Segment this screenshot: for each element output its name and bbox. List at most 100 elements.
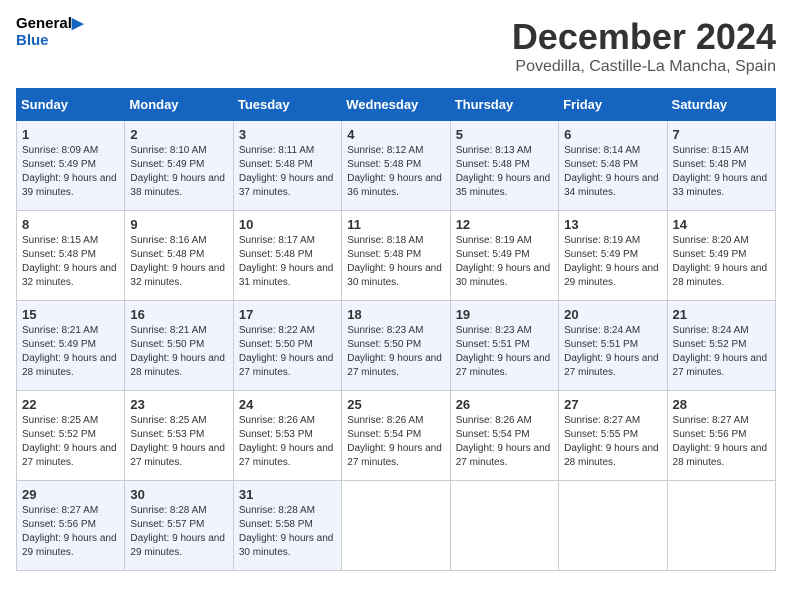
day-number: 2 [130,127,227,142]
calendar-cell [450,481,558,571]
day-number: 13 [564,217,661,232]
cell-info: Sunrise: 8:19 AMSunset: 5:49 PMDaylight:… [456,234,553,290]
day-number: 20 [564,307,661,322]
calendar-cell: 9 Sunrise: 8:16 AMSunset: 5:48 PMDaylight… [125,211,233,301]
calendar-week-row: 15 Sunrise: 8:21 AMSunset: 5:49 PMDayligh… [17,301,776,391]
calendar-cell [559,481,667,571]
cell-info: Sunrise: 8:21 AMSunset: 5:50 PMDaylight:… [130,324,227,380]
cell-info: Sunrise: 8:27 AMSunset: 5:56 PMDaylight:… [22,504,119,560]
cell-info: Sunrise: 8:22 AMSunset: 5:50 PMDaylight:… [239,324,336,380]
calendar-cell: 6 Sunrise: 8:14 AMSunset: 5:48 PMDaylight… [559,121,667,211]
calendar-cell: 3 Sunrise: 8:11 AMSunset: 5:48 PMDaylight… [233,121,341,211]
title-section: December 2024 Povedilla, Castille-La Man… [512,16,776,76]
day-number: 16 [130,307,227,322]
cell-info: Sunrise: 8:16 AMSunset: 5:48 PMDaylight:… [130,234,227,290]
calendar-cell: 16 Sunrise: 8:21 AMSunset: 5:50 PMDayligh… [125,301,233,391]
day-number: 22 [22,397,119,412]
day-number: 31 [239,487,336,502]
calendar-cell: 29 Sunrise: 8:27 AMSunset: 5:56 PMDayligh… [17,481,125,571]
day-number: 3 [239,127,336,142]
calendar-cell: 7 Sunrise: 8:15 AMSunset: 5:48 PMDaylight… [667,121,775,211]
day-number: 15 [22,307,119,322]
cell-info: Sunrise: 8:27 AMSunset: 5:55 PMDaylight:… [564,414,661,470]
calendar-cell: 5Sunrise: 8:13 AMSunset: 5:48 PMDaylight… [450,121,558,211]
day-number: 25 [347,397,444,412]
calendar-cell: 21Sunrise: 8:24 AMSunset: 5:52 PMDayligh… [667,301,775,391]
day-number: 18 [347,307,444,322]
day-number: 8 [22,217,119,232]
cell-info: Sunrise: 8:23 AMSunset: 5:51 PMDaylight:… [456,324,553,380]
cell-info: Sunrise: 8:10 AMSunset: 5:49 PMDaylight:… [130,144,227,200]
cell-info: Sunrise: 8:26 AMSunset: 5:53 PMDaylight:… [239,414,336,470]
calendar-title: December 2024 [512,16,776,58]
calendar-cell: 22 Sunrise: 8:25 AMSunset: 5:52 PMDayligh… [17,391,125,481]
calendar-week-row: 1 Sunrise: 8:09 AMSunset: 5:49 PMDaylight… [17,121,776,211]
header-day: Sunday [17,89,125,121]
calendar-cell: 11Sunrise: 8:18 AMSunset: 5:48 PMDayligh… [342,211,450,301]
cell-info: Sunrise: 8:20 AMSunset: 5:49 PMDaylight:… [673,234,770,290]
cell-info: Sunrise: 8:14 AMSunset: 5:48 PMDaylight:… [564,144,661,200]
calendar-cell: 31 Sunrise: 8:28 AMSunset: 5:58 PMDayligh… [233,481,341,571]
calendar-cell: 14 Sunrise: 8:20 AMSunset: 5:49 PMDayligh… [667,211,775,301]
header-day: Wednesday [342,89,450,121]
header-day: Monday [125,89,233,121]
calendar-cell: 12Sunrise: 8:19 AMSunset: 5:49 PMDayligh… [450,211,558,301]
header-day: Tuesday [233,89,341,121]
header-day: Saturday [667,89,775,121]
calendar-cell: 27 Sunrise: 8:27 AMSunset: 5:55 PMDayligh… [559,391,667,481]
header-row: SundayMondayTuesdayWednesdayThursdayFrid… [17,89,776,121]
cell-info: Sunrise: 8:17 AMSunset: 5:48 PMDaylight:… [239,234,336,290]
day-number: 7 [673,127,770,142]
cell-info: Sunrise: 8:21 AMSunset: 5:49 PMDaylight:… [22,324,119,380]
calendar-cell: 15 Sunrise: 8:21 AMSunset: 5:49 PMDayligh… [17,301,125,391]
cell-info: Sunrise: 8:19 AMSunset: 5:49 PMDaylight:… [564,234,661,290]
cell-info: Sunrise: 8:15 AMSunset: 5:48 PMDaylight:… [22,234,119,290]
day-number: 27 [564,397,661,412]
cell-info: Sunrise: 8:13 AMSunset: 5:48 PMDaylight:… [456,144,553,200]
calendar-cell: 18 Sunrise: 8:23 AMSunset: 5:50 PMDayligh… [342,301,450,391]
cell-info: Sunrise: 8:12 AMSunset: 5:48 PMDaylight:… [347,144,444,200]
cell-info: Sunrise: 8:11 AMSunset: 5:48 PMDaylight:… [239,144,336,200]
day-number: 1 [22,127,119,142]
calendar-table: SundayMondayTuesdayWednesdayThursdayFrid… [16,88,776,571]
cell-info: Sunrise: 8:26 AMSunset: 5:54 PMDaylight:… [347,414,444,470]
day-number: 23 [130,397,227,412]
cell-info: Sunrise: 8:09 AMSunset: 5:49 PMDaylight:… [22,144,119,200]
day-number: 24 [239,397,336,412]
calendar-week-row: 29 Sunrise: 8:27 AMSunset: 5:56 PMDayligh… [17,481,776,571]
cell-info: Sunrise: 8:23 AMSunset: 5:50 PMDaylight:… [347,324,444,380]
cell-info: Sunrise: 8:15 AMSunset: 5:48 PMDaylight:… [673,144,770,200]
header-day: Friday [559,89,667,121]
calendar-subtitle: Povedilla, Castille-La Mancha, Spain [512,58,776,76]
calendar-cell: 2 Sunrise: 8:10 AMSunset: 5:49 PMDaylight… [125,121,233,211]
day-number: 26 [456,397,553,412]
logo: General▶ Blue [16,16,83,49]
day-number: 19 [456,307,553,322]
day-number: 17 [239,307,336,322]
calendar-week-row: 22 Sunrise: 8:25 AMSunset: 5:52 PMDayligh… [17,391,776,481]
calendar-cell: 30Sunrise: 8:28 AMSunset: 5:57 PMDayligh… [125,481,233,571]
calendar-cell: 10 Sunrise: 8:17 AMSunset: 5:48 PMDayligh… [233,211,341,301]
header-day: Thursday [450,89,558,121]
day-number: 29 [22,487,119,502]
cell-info: Sunrise: 8:18 AMSunset: 5:48 PMDaylight:… [347,234,444,290]
calendar-cell: 24 Sunrise: 8:26 AMSunset: 5:53 PMDayligh… [233,391,341,481]
calendar-cell: 1 Sunrise: 8:09 AMSunset: 5:49 PMDaylight… [17,121,125,211]
calendar-cell: 17 Sunrise: 8:22 AMSunset: 5:50 PMDayligh… [233,301,341,391]
day-number: 10 [239,217,336,232]
calendar-cell: 23Sunrise: 8:25 AMSunset: 5:53 PMDayligh… [125,391,233,481]
cell-info: Sunrise: 8:28 AMSunset: 5:58 PMDaylight:… [239,504,336,560]
calendar-cell [342,481,450,571]
calendar-cell: 13 Sunrise: 8:19 AMSunset: 5:49 PMDayligh… [559,211,667,301]
cell-info: Sunrise: 8:24 AMSunset: 5:52 PMDaylight:… [673,324,770,380]
day-number: 14 [673,217,770,232]
calendar-cell: 19 Sunrise: 8:23 AMSunset: 5:51 PMDayligh… [450,301,558,391]
calendar-cell: 20Sunrise: 8:24 AMSunset: 5:51 PMDayligh… [559,301,667,391]
day-number: 9 [130,217,227,232]
cell-info: Sunrise: 8:27 AMSunset: 5:56 PMDaylight:… [673,414,770,470]
calendar-cell [667,481,775,571]
calendar-cell: 26Sunrise: 8:26 AMSunset: 5:54 PMDayligh… [450,391,558,481]
calendar-cell: 25 Sunrise: 8:26 AMSunset: 5:54 PMDayligh… [342,391,450,481]
day-number: 6 [564,127,661,142]
cell-info: Sunrise: 8:25 AMSunset: 5:52 PMDaylight:… [22,414,119,470]
